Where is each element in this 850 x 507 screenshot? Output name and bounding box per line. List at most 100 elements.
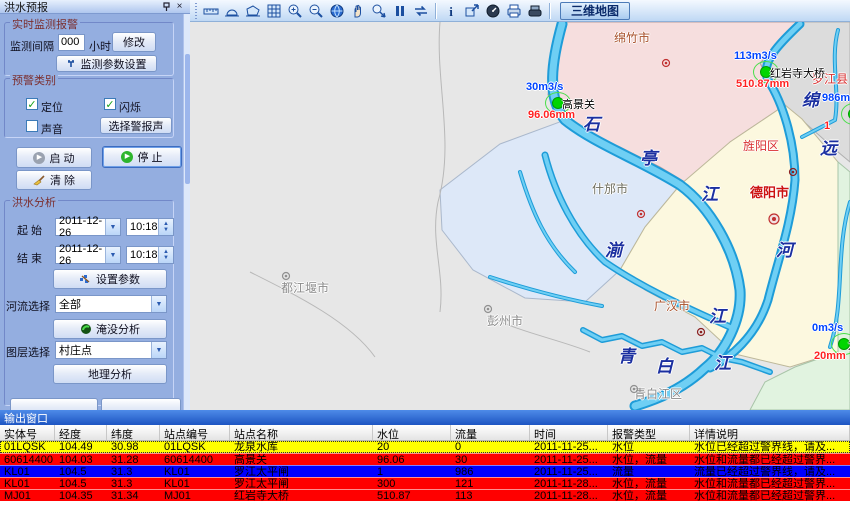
chevron-down-icon[interactable]: ▼ xyxy=(151,296,166,312)
checkbox-sound[interactable] xyxy=(26,120,38,132)
column-header[interactable]: 站点名称 xyxy=(230,425,373,440)
spinner-arrows-icon[interactable]: ▲▼ xyxy=(158,247,173,263)
city-symbol xyxy=(768,213,780,228)
geo-analysis-button[interactable]: 地理分析 xyxy=(53,364,167,384)
measure-polygon-icon[interactable] xyxy=(242,1,263,20)
select-alarm-sound-button[interactable]: 选择警报声 xyxy=(100,117,172,134)
group-analysis-title: 洪水分析 xyxy=(10,194,58,210)
export-icon[interactable] xyxy=(461,1,482,20)
flood-analysis-button[interactable]: 淹没分析 xyxy=(53,319,167,339)
table-row[interactable]: KL01104.531.3KL01罗江太平闸19862011-11-25...流… xyxy=(0,465,850,477)
city-symbol xyxy=(635,208,647,223)
info-icon[interactable]: i xyxy=(440,1,461,20)
station-flow-label: 0m3/s xyxy=(812,322,843,334)
stop-button[interactable]: ▶ 停 止 xyxy=(102,146,182,168)
chevron-down-icon[interactable]: ▼ xyxy=(105,247,120,263)
column-header[interactable]: 纬度 xyxy=(107,425,160,440)
chevron-down-icon[interactable]: ▼ xyxy=(105,219,120,235)
checkbox-position[interactable]: ✓ xyxy=(26,98,38,110)
table-row[interactable]: 01LQSK104.4930.9801LQSK龙泉水库2002011-11-25… xyxy=(0,441,850,453)
modify-button[interactable]: 修改 xyxy=(112,32,156,52)
zoom-select-icon[interactable] xyxy=(368,1,389,20)
column-header[interactable]: 流量 xyxy=(451,425,530,440)
table-cell: 31.3 xyxy=(107,466,160,477)
toolbar-grip[interactable] xyxy=(195,3,197,19)
column-header[interactable]: 站点编号 xyxy=(160,425,230,440)
table-cell: KL01 xyxy=(160,466,230,477)
table-row[interactable]: 60614400104.0331.2860614400高景关96.0630201… xyxy=(0,453,850,465)
table-cell: 31.3 xyxy=(107,478,160,489)
table-cell: 水位，流量 xyxy=(608,490,690,501)
river-name-char: 江 xyxy=(709,302,726,327)
start-button[interactable]: ▶ 启 动 xyxy=(16,147,92,168)
measure-dome-icon[interactable] xyxy=(221,1,242,20)
pan-hand-icon[interactable] xyxy=(347,1,368,20)
zoom-in-icon[interactable] xyxy=(284,1,305,20)
checkbox-position-label: 定位 xyxy=(41,99,63,115)
map-canvas[interactable]: 绵竹市什邡市德阳市旌阳区罗江县广汉市都江堰市彭州市青白江区石亭江绵远河湔江青白江… xyxy=(190,22,850,410)
station-rain-label: 20mm xyxy=(814,350,846,362)
table-cell: KL01 xyxy=(0,478,55,489)
city-symbol xyxy=(695,326,707,341)
column-header[interactable]: 详情说明 xyxy=(690,425,850,440)
end-date-picker[interactable]: 2011-12-26 ▼ xyxy=(55,246,121,264)
swap-arrows-icon[interactable] xyxy=(410,1,431,20)
play-icon: ▶ xyxy=(33,152,45,164)
device-icon[interactable] xyxy=(524,1,545,20)
begin-date-picker[interactable]: 2011-12-26 ▼ xyxy=(55,218,121,236)
station-name-label: 红岩寺大桥 xyxy=(770,65,825,81)
globe-icon[interactable] xyxy=(326,1,347,20)
table-row[interactable]: KL01104.531.3KL01罗江太平闸3001212011-11-28..… xyxy=(0,477,850,489)
print-icon[interactable] xyxy=(503,1,524,20)
spinner-arrows-icon[interactable]: ▲▼ xyxy=(158,219,173,235)
table-cell: 流量已经超过警界线，请及... xyxy=(690,466,850,477)
table-cell: 水位和流量都已经超过警界... xyxy=(690,454,850,465)
column-header[interactable]: 报警类型 xyxy=(608,425,690,440)
sidebar-caption: 洪水预报 × xyxy=(0,0,190,14)
table-cell: 121 xyxy=(451,478,530,489)
river-select-combo[interactable]: 全部 ▼ xyxy=(55,295,167,313)
zoom-out-icon[interactable] xyxy=(305,1,326,20)
select-grid-icon[interactable] xyxy=(263,1,284,20)
column-header[interactable]: 经度 xyxy=(55,425,107,440)
interval-input[interactable]: 000 xyxy=(58,34,85,51)
gauge-icon[interactable] xyxy=(482,1,503,20)
measure-distance-icon[interactable] xyxy=(200,1,221,20)
table-cell: 01LQSK xyxy=(160,441,230,453)
column-header[interactable]: 实体号 xyxy=(0,425,55,440)
sidebar-scrollbar[interactable] xyxy=(183,14,190,410)
layer-select-combo[interactable]: 村庄点 ▼ xyxy=(55,341,167,359)
end-time-spinner[interactable]: 10:18 ▲▼ xyxy=(126,246,174,264)
begin-time-spinner[interactable]: 10:18 ▲▼ xyxy=(126,218,174,236)
interval-unit: 小时 xyxy=(89,38,111,54)
begin-label: 起 始 xyxy=(17,222,42,238)
column-header[interactable]: 水位 xyxy=(373,425,451,440)
pause-icon[interactable] xyxy=(389,1,410,20)
close-icon[interactable]: × xyxy=(173,1,186,13)
panel-title: 洪水预报 xyxy=(4,0,160,15)
set-params-button[interactable]: 设置参数 xyxy=(53,269,167,289)
wrench-icon xyxy=(67,59,77,69)
table-cell: 104.35 xyxy=(55,490,107,501)
table-cell: 罗江太平闸 xyxy=(230,466,373,477)
station-flow-label: 30m3/s xyxy=(526,81,563,93)
city-symbol xyxy=(660,57,672,72)
layer-select-label: 图层选择 xyxy=(6,344,50,360)
city-label-shifang: 什邡市 xyxy=(592,180,628,197)
pin-icon[interactable] xyxy=(160,1,173,13)
table-cell: 113 xyxy=(451,490,530,501)
column-header[interactable]: 时间 xyxy=(530,425,608,440)
table-cell: 104.5 xyxy=(55,478,107,489)
group-alert-title: 预警类别 xyxy=(10,72,58,88)
clear-button[interactable]: 清 除 xyxy=(16,170,92,190)
river-name-char: 亭 xyxy=(640,144,657,169)
table-cell: 30.98 xyxy=(107,441,160,453)
chevron-down-icon[interactable]: ▼ xyxy=(151,342,166,358)
river-select-label: 河流选择 xyxy=(6,298,50,314)
checkbox-flash[interactable]: ✓ xyxy=(104,98,116,110)
map-3d-button[interactable]: 三维地图 xyxy=(560,2,630,20)
table-cell: 水位，流量 xyxy=(608,478,690,489)
table-row[interactable]: MJ01104.3531.34MJ01红岩寺大桥510.871132011-11… xyxy=(0,489,850,501)
river-name-char: 湔 xyxy=(605,236,622,261)
monitor-params-button[interactable]: 监测参数设置 xyxy=(56,55,157,72)
